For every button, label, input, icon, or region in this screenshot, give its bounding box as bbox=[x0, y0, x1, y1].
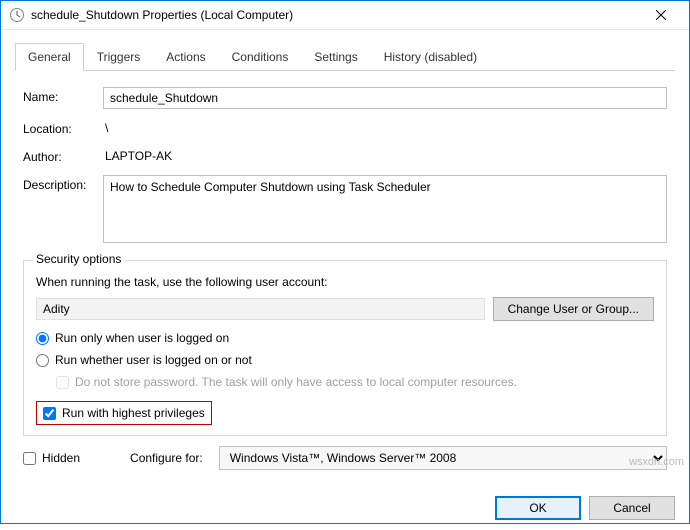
properties-dialog: schedule_Shutdown Properties (Local Comp… bbox=[0, 0, 690, 524]
user-account-row: Adity Change User or Group... bbox=[36, 297, 654, 321]
name-label: Name: bbox=[23, 87, 103, 104]
run-whether-radio[interactable] bbox=[36, 354, 49, 367]
do-not-store-checkbox bbox=[56, 376, 69, 389]
task-scheduler-icon bbox=[9, 7, 25, 23]
highest-privileges-highlight: Run with highest privileges bbox=[36, 401, 212, 425]
do-not-store-label: Do not store password. The task will onl… bbox=[75, 375, 517, 389]
tab-actions[interactable]: Actions bbox=[153, 43, 218, 71]
location-label: Location: bbox=[23, 119, 103, 136]
author-row: Author: LAPTOP-AK bbox=[23, 147, 667, 165]
titlebar: schedule_Shutdown Properties (Local Comp… bbox=[1, 1, 689, 30]
highest-privileges-checkbox[interactable] bbox=[43, 407, 56, 420]
user-account-display: Adity bbox=[36, 298, 485, 320]
cancel-button[interactable]: Cancel bbox=[589, 496, 675, 520]
name-row: Name: bbox=[23, 87, 667, 109]
tab-settings[interactable]: Settings bbox=[301, 43, 370, 71]
hidden-label: Hidden bbox=[42, 451, 80, 465]
description-row: Description: bbox=[23, 175, 667, 246]
hidden-row[interactable]: Hidden bbox=[23, 451, 80, 465]
run-logged-on-label: Run only when user is logged on bbox=[55, 331, 229, 345]
name-input[interactable] bbox=[103, 87, 667, 109]
hidden-checkbox[interactable] bbox=[23, 452, 36, 465]
description-label: Description: bbox=[23, 175, 103, 192]
bottom-row: Hidden Configure for: Windows Vista™, Wi… bbox=[23, 446, 667, 470]
author-label: Author: bbox=[23, 147, 103, 164]
location-value: \ bbox=[103, 119, 667, 137]
run-logged-on-radio-row[interactable]: Run only when user is logged on bbox=[36, 331, 654, 345]
dialog-content: General Triggers Actions Conditions Sett… bbox=[1, 30, 689, 486]
highest-privileges-label: Run with highest privileges bbox=[62, 406, 205, 420]
general-panel: Name: Location: \ Author: LAPTOP-AK Desc… bbox=[15, 71, 675, 478]
run-logged-on-radio[interactable] bbox=[36, 332, 49, 345]
author-value: LAPTOP-AK bbox=[103, 147, 667, 165]
window-title: schedule_Shutdown Properties (Local Comp… bbox=[31, 8, 641, 22]
highest-privileges-row[interactable]: Run with highest privileges bbox=[43, 406, 205, 420]
watermark: wsxdn.com bbox=[629, 456, 684, 468]
close-icon bbox=[656, 10, 666, 20]
close-button[interactable] bbox=[641, 1, 681, 29]
run-whether-label: Run whether user is logged on or not bbox=[55, 353, 252, 367]
location-row: Location: \ bbox=[23, 119, 667, 137]
tab-general[interactable]: General bbox=[15, 43, 84, 71]
security-options-group: Security options When running the task, … bbox=[23, 260, 667, 436]
when-running-label: When running the task, use the following… bbox=[36, 275, 654, 289]
configure-for-label: Configure for: bbox=[130, 451, 203, 465]
do-not-store-row: Do not store password. The task will onl… bbox=[56, 375, 654, 389]
dialog-footer: OK Cancel bbox=[1, 486, 689, 530]
change-user-button[interactable]: Change User or Group... bbox=[493, 297, 654, 321]
security-options-legend: Security options bbox=[32, 252, 125, 266]
tab-conditions[interactable]: Conditions bbox=[219, 43, 302, 71]
description-input[interactable] bbox=[103, 175, 667, 243]
ok-button[interactable]: OK bbox=[495, 496, 581, 520]
tab-strip: General Triggers Actions Conditions Sett… bbox=[15, 42, 675, 71]
tab-history[interactable]: History (disabled) bbox=[371, 43, 490, 71]
configure-for-select[interactable]: Windows Vista™, Windows Server™ 2008 bbox=[219, 446, 667, 470]
run-whether-radio-row[interactable]: Run whether user is logged on or not bbox=[36, 353, 654, 367]
tab-triggers[interactable]: Triggers bbox=[84, 43, 154, 71]
